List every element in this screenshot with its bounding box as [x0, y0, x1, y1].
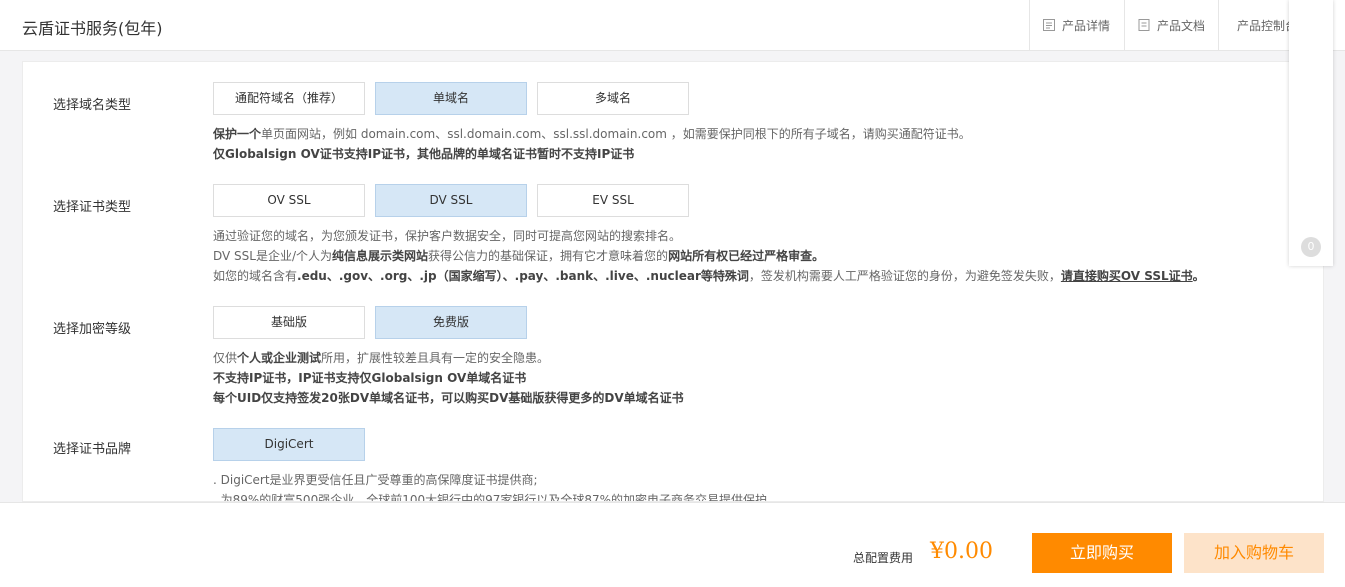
product-docs-link[interactable]: 产品文档 — [1124, 0, 1218, 50]
desc-emphasis: 每个UID仅支持签发20张DV单域名证书，可以购买DV基础版获得更多的DV单域名… — [213, 391, 684, 405]
desc-emphasis: 仅Globalsign OV证书支持IP证书，其他品牌的单域名证书暂时不支持IP… — [213, 147, 635, 161]
desc-emphasis: 纯信息展示类网站 — [332, 249, 429, 263]
encrypt-level-label: 选择加密等级 — [53, 322, 132, 337]
desc-text: 通过验证您的域名，为您颁发证书，保护客户数据安全，同时可提高您网站的搜索排名。 — [213, 229, 682, 243]
desc-text: 所用，扩展性较差且具有一定的安全隐患。 — [321, 351, 550, 365]
config-card: 选择域名类型 通配符域名（推荐） 单域名 多域名 保护一个单页面网站，例如 do… — [22, 61, 1324, 502]
brand-desc: . DigiCert是业界更受信任且广受尊重的高保障度证书提供商; . 为89%… — [213, 470, 768, 502]
desc-emphasis: 个人或企业测试 — [237, 351, 322, 365]
encrypt-level-desc: 仅供个人或企业测试所用，扩展性较差且具有一定的安全隐患。 不支持IP证书，IP证… — [213, 348, 684, 408]
page-title: 云盾证书服务(包年) — [22, 19, 163, 38]
product-console-label: 产品控制台 — [1237, 18, 1298, 33]
total-price: ¥0.00 — [930, 539, 993, 564]
cert-type-desc: 通过验证您的域名，为您颁发证书，保护客户数据安全，同时可提高您网站的搜索排名。 … — [213, 226, 1205, 286]
domain-type-desc: 保护一个单页面网站，例如 domain.com、ssl.domain.com、s… — [213, 124, 971, 164]
product-console-link[interactable]: 产品控制台 — [1218, 0, 1298, 50]
buy-ov-ssl-link[interactable]: 请直接购买OV SSL证书 — [1061, 269, 1193, 283]
option-free[interactable]: 免费版 — [375, 306, 527, 339]
option-wildcard-domain[interactable]: 通配符域名（推荐） — [213, 82, 365, 115]
cert-type-options: OV SSL DV SSL EV SSL — [213, 184, 699, 217]
brand-label: 选择证书品牌 — [53, 442, 132, 457]
product-docs-label: 产品文档 — [1157, 18, 1206, 33]
domain-type-label: 选择域名类型 — [53, 98, 132, 113]
desc-emphasis: 。 — [1192, 269, 1205, 283]
desc-text: 获得公信力的基础保证，拥有它才意味着您的 — [428, 249, 669, 263]
book-icon — [1138, 19, 1150, 31]
add-to-cart-button[interactable]: 加入购物车 — [1184, 533, 1324, 573]
top-bar: 云盾证书服务(包年) 产品详情 产品文档 产品控制台 — [0, 0, 1345, 51]
option-multi-domain[interactable]: 多域名 — [537, 82, 689, 115]
desc-text: DV SSL是企业/个人为 — [213, 249, 333, 263]
option-single-domain[interactable]: 单域名 — [375, 82, 527, 115]
desc-emphasis: 保护一个 — [213, 127, 262, 141]
floating-side-panel: 0 — [1289, 0, 1333, 266]
document-icon — [1043, 19, 1055, 31]
desc-text: 单页面网站，例如 domain.com、ssl.domain.com、ssl.s… — [261, 127, 971, 141]
desc-text: 如您的域名含有 — [213, 269, 298, 283]
cert-type-label: 选择证书类型 — [53, 200, 132, 215]
domain-type-options: 通配符域名（推荐） 单域名 多域名 — [213, 82, 699, 115]
cart-count-badge[interactable]: 0 — [1301, 237, 1321, 257]
desc-emphasis: 网站所有权已经过严格审查。 — [668, 249, 825, 263]
option-digicert[interactable]: DigiCert — [213, 428, 365, 461]
desc-emphasis: 不支持IP证书，IP证书支持仅Globalsign OV单域名证书 — [213, 371, 527, 385]
desc-text: ，签发机构需要人工严格验证您的身份，为避免签发失败， — [748, 269, 1061, 283]
option-basic[interactable]: 基础版 — [213, 306, 365, 339]
top-links: 产品详情 产品文档 产品控制台 — [1029, 0, 1298, 50]
buy-now-button[interactable]: 立即购买 — [1032, 533, 1172, 573]
product-details-link[interactable]: 产品详情 — [1029, 0, 1124, 50]
total-label: 总配置费用 — [853, 551, 914, 565]
desc-text: . DigiCert是业界更受信任且广受尊重的高保障度证书提供商; — [213, 473, 538, 487]
bottom-bar: 总配置费用 ¥0.00 立即购买 加入购物车 — [0, 502, 1345, 587]
product-details-label: 产品详情 — [1062, 18, 1111, 33]
desc-text: 仅供 — [213, 351, 238, 365]
option-ov-ssl[interactable]: OV SSL — [213, 184, 365, 217]
option-dv-ssl[interactable]: DV SSL — [375, 184, 527, 217]
encrypt-level-options: 基础版 免费版 — [213, 306, 537, 339]
option-ev-ssl[interactable]: EV SSL — [537, 184, 689, 217]
brand-options: DigiCert — [213, 428, 375, 461]
desc-text: . 为89%的财富500强企业、全球前100大银行中的97家银行以及全球87%的… — [213, 493, 768, 502]
desc-emphasis: .edu、.gov、.org、.jp（国家缩写）、.pay、.bank、.liv… — [297, 269, 749, 283]
